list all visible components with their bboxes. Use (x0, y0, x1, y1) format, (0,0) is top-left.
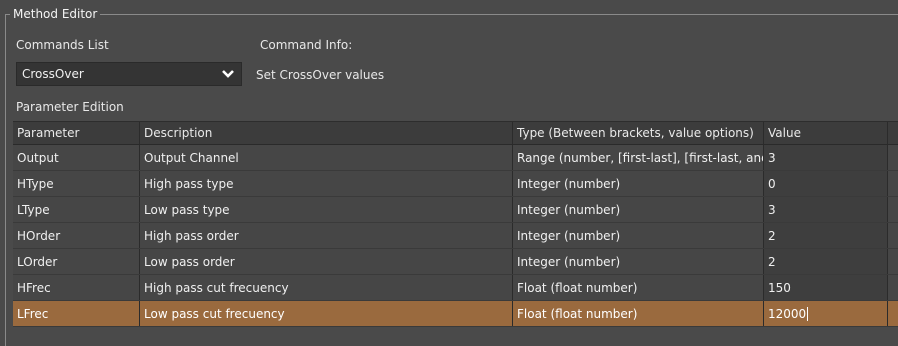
filler-cell (888, 171, 898, 196)
column-header-type[interactable]: Type (Between brackets, value options) (513, 122, 764, 144)
table-row[interactable]: LOrder Low pass order Integer (number) 2 (13, 249, 898, 275)
parameter-cell: HFrec (13, 275, 140, 300)
column-header-description[interactable]: Description (140, 122, 513, 144)
selected-command: CrossOver (22, 67, 84, 81)
value-cell[interactable]: 3 (764, 197, 888, 222)
column-header-filler (888, 122, 898, 144)
filler-cell (888, 145, 898, 170)
value-text: 12000 (768, 306, 807, 321)
parameter-cell: HOrder (13, 223, 140, 248)
parameter-cell: LFrec (13, 301, 140, 326)
column-header-value[interactable]: Value (764, 122, 888, 144)
value-cell[interactable]: 2 (764, 249, 888, 274)
description-cell: Low pass cut frecuency (140, 301, 513, 326)
filler-cell (888, 275, 898, 300)
table-row[interactable]: HType High pass type Integer (number) 0 (13, 171, 898, 197)
grid-header: Parameter Description Type (Between brac… (13, 122, 898, 145)
group-title: Method Editor (10, 6, 101, 22)
chevron-down-icon[interactable] (220, 66, 236, 82)
description-cell: High pass order (140, 223, 513, 248)
table-row-selected[interactable]: LFrec Low pass cut frecuency Float (floa… (13, 301, 898, 327)
type-cell: Integer (number) (513, 223, 764, 248)
type-cell: Integer (number) (513, 249, 764, 274)
filler-cell (888, 197, 898, 222)
commands-dropdown[interactable]: CrossOver (16, 62, 242, 86)
value-cell[interactable]: 3 (764, 145, 888, 170)
type-cell: Integer (number) (513, 171, 764, 196)
filler-cell (888, 223, 898, 248)
text-caret (807, 306, 809, 321)
table-row[interactable]: HOrder High pass order Integer (number) … (13, 223, 898, 249)
description-cell: Output Channel (140, 145, 513, 170)
parameter-cell: LType (13, 197, 140, 222)
parameter-cell: LOrder (13, 249, 140, 274)
type-cell: Float (float number) (513, 275, 764, 300)
value-cell[interactable]: 0 (764, 171, 888, 196)
parameter-cell: Output (13, 145, 140, 170)
table-row[interactable]: HFrec High pass cut frecuency Float (flo… (13, 275, 898, 301)
description-cell: Low pass type (140, 197, 513, 222)
value-cell[interactable]: 2 (764, 223, 888, 248)
table-row[interactable]: LType Low pass type Integer (number) 3 (13, 197, 898, 223)
command-info-text: Set CrossOver values (256, 68, 385, 82)
parameter-grid: Parameter Description Type (Between brac… (13, 121, 898, 327)
filler-cell (888, 249, 898, 274)
parameter-cell: HType (13, 171, 140, 196)
command-info-label: Command Info: (260, 38, 353, 52)
parameter-edition-label: Parameter Edition (16, 100, 124, 114)
type-cell: Range (number, [first-last], [first-last… (513, 145, 764, 170)
type-cell: Integer (number) (513, 197, 764, 222)
value-edit-field[interactable]: 12000 (764, 301, 888, 326)
description-cell: High pass type (140, 171, 513, 196)
commands-list-label: Commands List (16, 38, 109, 52)
type-cell: Float (float number) (513, 301, 764, 326)
column-header-parameter[interactable]: Parameter (13, 122, 140, 144)
value-cell[interactable]: 150 (764, 275, 888, 300)
filler-cell (888, 301, 898, 326)
description-cell: High pass cut frecuency (140, 275, 513, 300)
description-cell: Low pass order (140, 249, 513, 274)
table-row[interactable]: Output Output Channel Range (number, [fi… (13, 145, 898, 171)
